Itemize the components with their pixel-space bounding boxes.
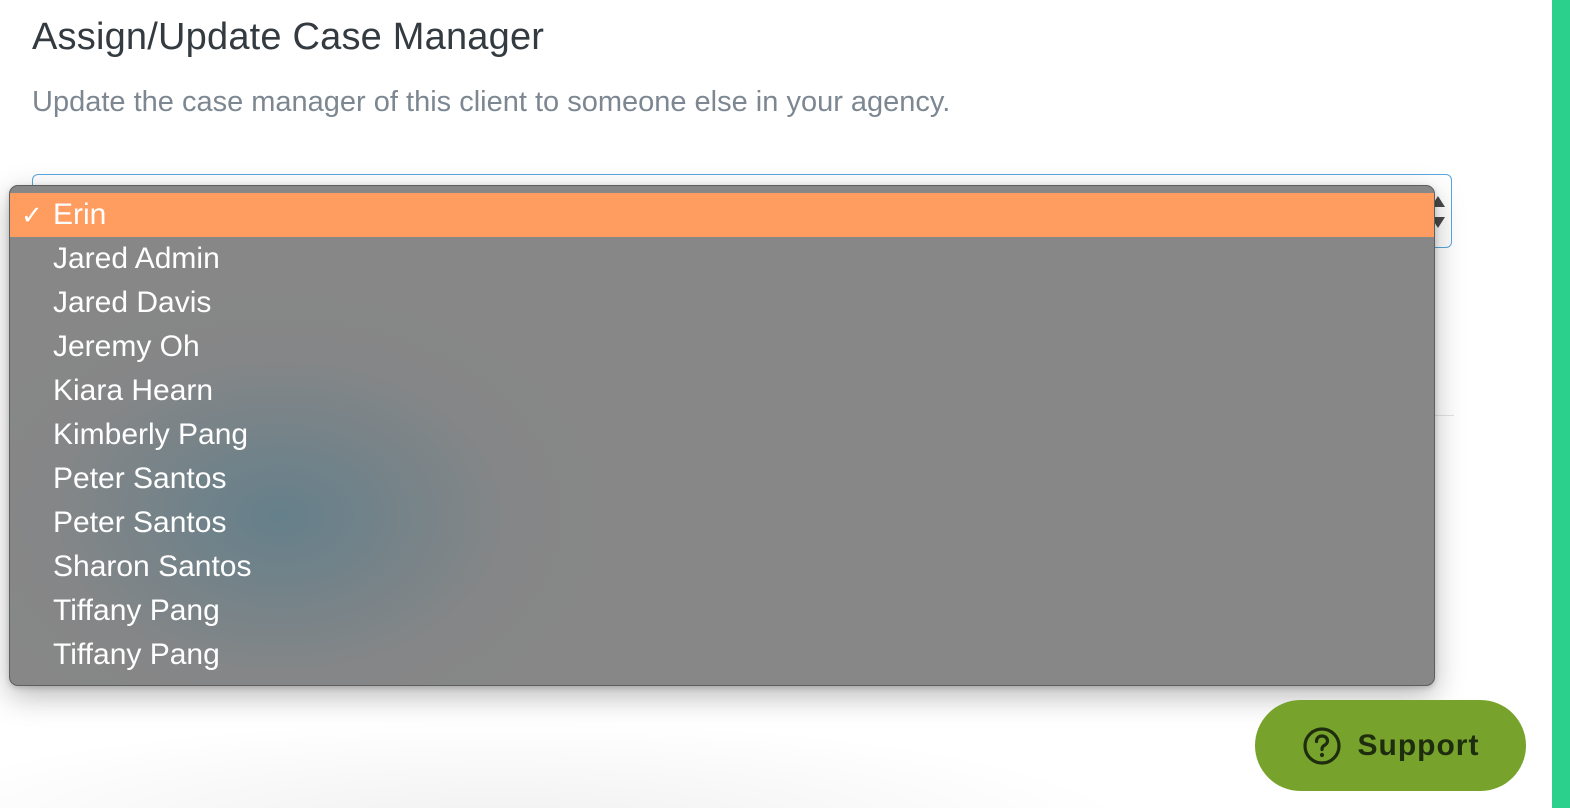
question-circle-icon xyxy=(1302,726,1341,765)
checkmark-icon: ✓ xyxy=(21,200,43,230)
support-button[interactable]: Support xyxy=(1255,700,1526,791)
dropdown-option-kiara-hearn[interactable]: Kiara Hearn xyxy=(10,369,1434,413)
dropdown-option-label: Peter Santos xyxy=(53,506,227,539)
divider xyxy=(1434,415,1454,416)
right-accent-bar xyxy=(1552,0,1570,808)
dropdown-option-jared-admin[interactable]: Jared Admin xyxy=(10,237,1434,281)
dropdown-option-peter-santos-2[interactable]: Peter Santos xyxy=(10,501,1434,545)
dropdown-option-label: Jeremy Oh xyxy=(53,330,200,363)
dropdown-option-label: Jared Admin xyxy=(53,242,220,275)
case-manager-dropdown-menu: ✓ Erin Jared Admin Jared Davis Jeremy Oh… xyxy=(9,185,1435,686)
dropdown-option-label: Jared Davis xyxy=(53,286,212,319)
page-subtitle: Update the case manager of this client t… xyxy=(32,86,951,118)
dropdown-option-sharon-santos[interactable]: Sharon Santos xyxy=(10,545,1434,589)
dropdown-option-label: Erin xyxy=(53,198,107,231)
dropdown-option-label: Peter Santos xyxy=(53,462,227,495)
dropdown-option-peter-santos[interactable]: Peter Santos xyxy=(10,457,1434,501)
background-shadow xyxy=(0,700,1250,808)
dropdown-option-label: Tiffany Pang xyxy=(53,638,220,671)
dropdown-option-tiffany-pang[interactable]: Tiffany Pang xyxy=(10,589,1434,633)
dropdown-option-label: Kiara Hearn xyxy=(53,374,214,407)
page: Assign/Update Case Manager Update the ca… xyxy=(0,0,1570,808)
support-button-label: Support xyxy=(1357,728,1480,762)
dropdown-option-kimberly-pang[interactable]: Kimberly Pang xyxy=(10,413,1434,457)
dropdown-option-jeremy-oh[interactable]: Jeremy Oh xyxy=(10,325,1434,369)
page-title: Assign/Update Case Manager xyxy=(32,16,545,58)
dropdown-option-erin[interactable]: ✓ Erin xyxy=(10,193,1434,237)
dropdown-option-label: Tiffany Pang xyxy=(53,594,220,627)
dropdown-option-tiffany-pang-2[interactable]: Tiffany Pang xyxy=(10,633,1434,677)
dropdown-option-label: Sharon Santos xyxy=(53,550,252,583)
dropdown-option-jared-davis[interactable]: Jared Davis xyxy=(10,281,1434,325)
dropdown-option-label: Kimberly Pang xyxy=(53,418,249,451)
